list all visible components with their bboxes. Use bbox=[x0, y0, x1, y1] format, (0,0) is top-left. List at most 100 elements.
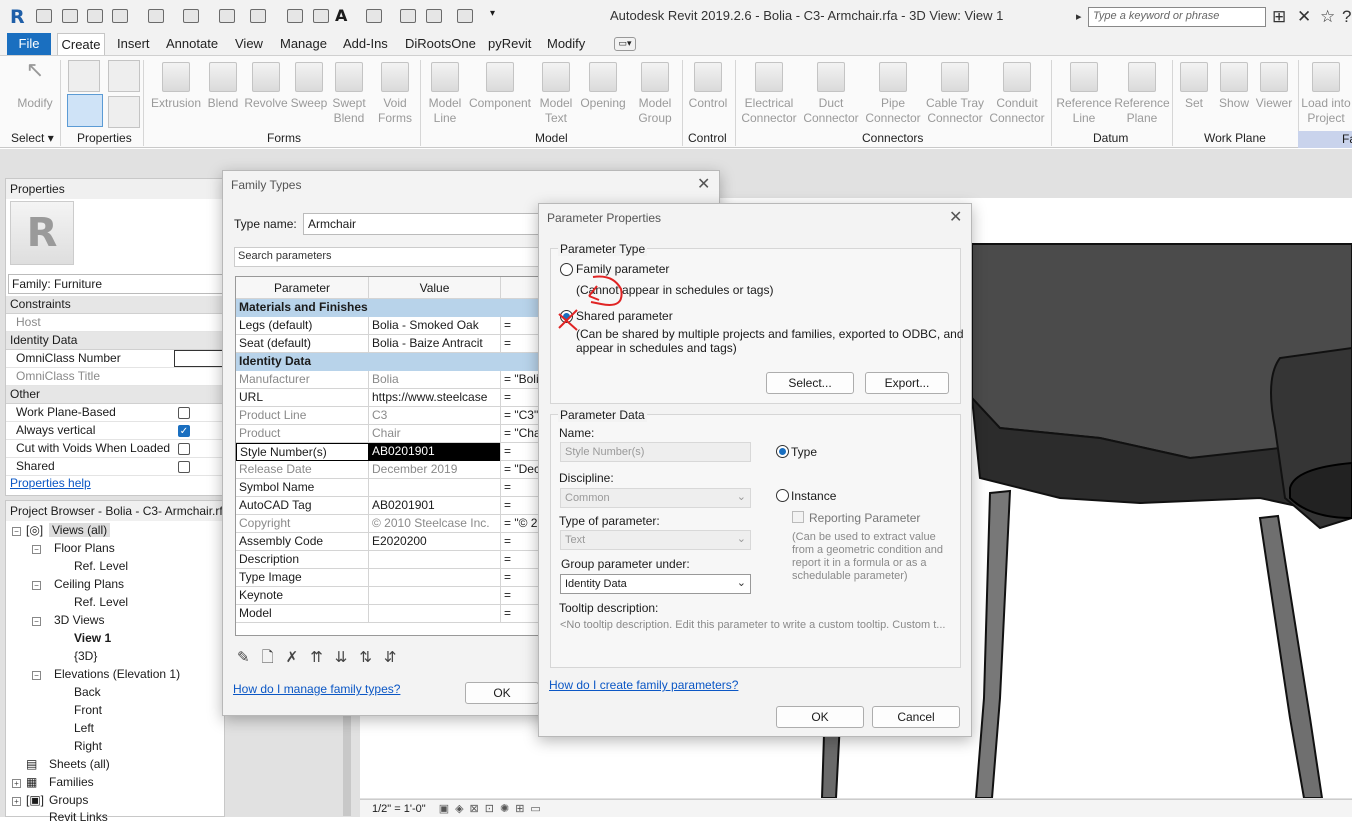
category-identity-data[interactable]: Identity Data bbox=[6, 332, 226, 350]
reference-line-tool[interactable]: Reference Line bbox=[1054, 60, 1114, 126]
save-icon[interactable] bbox=[87, 9, 103, 23]
tree-right[interactable]: Right bbox=[74, 739, 102, 753]
cable-tray-connector-tool[interactable]: Cable Tray Connector bbox=[924, 60, 986, 126]
duct-connector-tool[interactable]: Duct Connector bbox=[800, 60, 862, 126]
model-text-tool[interactable]: Model Text bbox=[536, 60, 576, 126]
tab-create[interactable]: Create bbox=[57, 33, 105, 55]
tree-families[interactable]: Families bbox=[49, 775, 94, 789]
param-formula-cell[interactable]: = bbox=[501, 605, 540, 623]
param-formula-cell[interactable]: = "Dece bbox=[501, 461, 540, 479]
table-row[interactable]: Product Line C3 = "C3" bbox=[236, 407, 540, 425]
expand-icon[interactable]: + bbox=[12, 797, 21, 806]
component-tool[interactable]: Component bbox=[466, 60, 534, 111]
category-constraints[interactable]: Constraints bbox=[6, 296, 226, 314]
revolve-tool[interactable]: Revolve bbox=[244, 60, 288, 111]
revit-logo[interactable]: R bbox=[10, 6, 25, 28]
binoculars-icon[interactable]: ⊞ bbox=[1272, 7, 1286, 27]
tree-3d-default[interactable]: {3D} bbox=[74, 649, 97, 663]
family-types-toolbar-icons[interactable]: ✎🗋✗⇈⇊⇅⇵ bbox=[237, 647, 408, 672]
cut-with-voids-checkbox[interactable] bbox=[178, 443, 190, 455]
param-name-cell[interactable]: Model bbox=[236, 605, 369, 623]
type-radio[interactable] bbox=[776, 445, 789, 458]
param-value-cell[interactable]: Bolia - Smoked Oak bbox=[369, 317, 501, 335]
group-materials[interactable]: Materials and Finishes bbox=[236, 299, 540, 317]
collapse-icon[interactable]: − bbox=[32, 617, 41, 626]
close-icon[interactable]: ✕ bbox=[697, 174, 710, 194]
collapse-icon[interactable]: − bbox=[32, 545, 41, 554]
help-icon[interactable]: ? bbox=[1342, 7, 1351, 27]
param-value-cell[interactable]: December 2019 bbox=[369, 461, 501, 479]
param-value-cell[interactable]: AB0201901 bbox=[369, 443, 501, 461]
tree-revit-links[interactable]: Revit Links bbox=[49, 810, 108, 824]
panel-select[interactable]: Select ▾ bbox=[11, 131, 54, 145]
param-value-cell[interactable]: Bolia - Baize Antracit bbox=[369, 335, 501, 353]
param-name-cell[interactable]: Copyright bbox=[236, 515, 369, 533]
instance-radio[interactable] bbox=[776, 489, 789, 502]
param-name-cell[interactable]: Legs (default) bbox=[236, 317, 369, 335]
param-formula-cell[interactable]: = "© 2 bbox=[501, 515, 540, 533]
tab-annotate[interactable]: Annotate bbox=[166, 36, 218, 51]
tree-floor-plans[interactable]: Floor Plans bbox=[54, 541, 115, 555]
table-row[interactable]: Legs (default) Bolia - Smoked Oak = bbox=[236, 317, 540, 335]
family-types-ok-button[interactable]: OK bbox=[465, 682, 539, 704]
collapse-icon[interactable]: − bbox=[32, 671, 41, 680]
splitter-scrollbar[interactable] bbox=[343, 704, 351, 816]
param-value-cell[interactable]: AB0201901 bbox=[369, 497, 501, 515]
section-icon[interactable] bbox=[400, 9, 416, 23]
manage-family-types-link[interactable]: How do I manage family types? bbox=[233, 682, 400, 696]
sync-icon[interactable] bbox=[112, 9, 128, 23]
param-cancel-button[interactable]: Cancel bbox=[872, 706, 960, 728]
tree-views-all[interactable]: Views (all) bbox=[49, 523, 111, 537]
param-formula-cell[interactable]: = bbox=[501, 317, 540, 335]
col-parameter[interactable]: Parameter bbox=[236, 277, 369, 299]
tag-icon[interactable] bbox=[313, 9, 329, 23]
param-name-cell[interactable]: Release Date bbox=[236, 461, 369, 479]
close-icon[interactable]: ✕ bbox=[949, 207, 962, 227]
col-value[interactable]: Value bbox=[369, 277, 501, 299]
param-value-cell[interactable] bbox=[369, 587, 501, 605]
communication-icon[interactable]: ✕ bbox=[1297, 7, 1311, 27]
param-formula-cell[interactable]: = bbox=[501, 551, 540, 569]
void-forms-tool[interactable]: Void Forms bbox=[374, 60, 416, 126]
param-name-cell[interactable]: Assembly Code bbox=[236, 533, 369, 551]
param-value-cell[interactable]: https://www.steelcase bbox=[369, 389, 501, 407]
export-button[interactable]: Export... bbox=[865, 372, 949, 394]
electrical-connector-tool[interactable]: Electrical Connector bbox=[738, 60, 800, 126]
param-value-cell[interactable]: Chair bbox=[369, 425, 501, 443]
table-row[interactable]: Release DateDecember 2019= "Dece bbox=[236, 461, 540, 479]
param-name-cell[interactable]: Seat (default) bbox=[236, 335, 369, 353]
param-name-cell[interactable]: Style Number(s) bbox=[236, 443, 369, 461]
param-name-cell[interactable]: Manufacturer bbox=[236, 371, 369, 389]
conduit-connector-tool[interactable]: Conduit Connector bbox=[986, 60, 1048, 126]
help-search-input[interactable]: Type a keyword or phrase bbox=[1088, 7, 1266, 27]
family-types-icon[interactable] bbox=[108, 60, 140, 92]
undo-icon[interactable] bbox=[148, 9, 164, 23]
tree-sheets[interactable]: Sheets (all) bbox=[49, 757, 110, 771]
text-icon[interactable]: A bbox=[335, 6, 347, 25]
table-row[interactable]: ManufacturerBolia= "Bolia bbox=[236, 371, 540, 389]
open-icon[interactable] bbox=[36, 9, 52, 23]
3d-view-icon[interactable] bbox=[366, 9, 382, 23]
tooltip-description[interactable]: <No tooltip description. Edit this param… bbox=[560, 619, 950, 631]
extrusion-tool[interactable]: Extrusion bbox=[150, 60, 202, 111]
thin-lines-icon[interactable] bbox=[426, 9, 442, 23]
tab-insert[interactable]: Insert bbox=[117, 36, 150, 51]
param-value-cell[interactable] bbox=[369, 551, 501, 569]
category-other[interactable]: Other bbox=[6, 386, 226, 404]
workplane-viewer-tool[interactable]: Viewer bbox=[1254, 60, 1294, 111]
param-formula-cell[interactable]: = bbox=[501, 497, 540, 515]
table-row[interactable]: Symbol Name = bbox=[236, 479, 540, 497]
param-name-cell[interactable]: AutoCAD Tag bbox=[236, 497, 369, 515]
properties-help-link[interactable]: Properties help bbox=[10, 476, 91, 490]
view-scale[interactable]: 1/2" = 1'-0" bbox=[372, 803, 426, 815]
modify-tool[interactable]: ↖ Modify bbox=[14, 59, 56, 111]
tab-add-ins[interactable]: Add-Ins bbox=[343, 36, 388, 51]
param-name-cell[interactable]: Type Image bbox=[236, 569, 369, 587]
tree-ceiling-plans[interactable]: Ceiling Plans bbox=[54, 577, 124, 591]
expand-icon[interactable]: + bbox=[12, 779, 21, 788]
measure-icon[interactable] bbox=[250, 9, 266, 23]
group-identity-data[interactable]: Identity Data bbox=[236, 353, 540, 371]
type-name-select[interactable]: Armchair bbox=[303, 213, 543, 235]
param-name-cell[interactable]: Keynote bbox=[236, 587, 369, 605]
tree-view-1[interactable]: View 1 bbox=[74, 631, 111, 645]
